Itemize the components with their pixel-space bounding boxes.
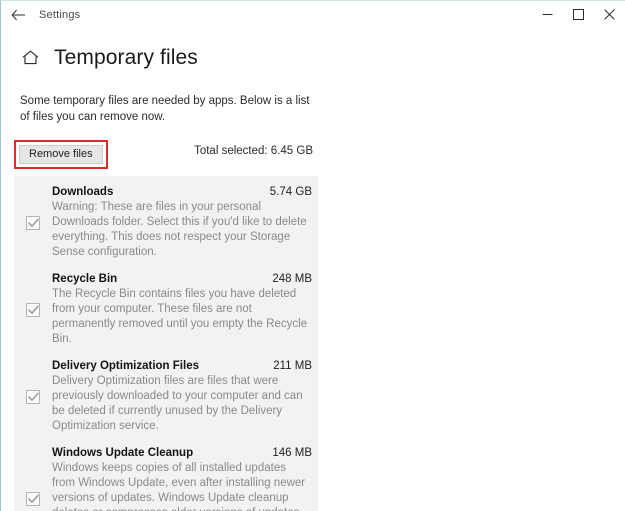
file-item-body: Windows Update Cleanup 146 MB Windows keep… — [52, 447, 318, 511]
settings-window: Settings Temporary files Some temporary … — [0, 0, 625, 511]
file-item-name: Recycle Bin — [52, 273, 118, 285]
checkbox-cell — [14, 390, 52, 404]
temporary-files-list: Downloads 5.74 GB Warning: These are files… — [14, 176, 318, 511]
title-bar: Settings — [1, 1, 625, 28]
total-selected-label: Total selected: 6.45 GB — [194, 145, 313, 157]
checkmark-icon — [27, 494, 39, 503]
file-item-description: Windows keeps copies of all installed up… — [52, 462, 306, 511]
file-item-body: Delivery Optimization Files 211 MB Deliver… — [52, 360, 318, 434]
back-arrow-icon — [10, 9, 25, 20]
file-item-size: 248 MB — [272, 273, 312, 285]
file-item-name: Delivery Optimization Files — [52, 360, 199, 372]
window-controls — [532, 1, 625, 28]
minimize-icon — [542, 14, 553, 15]
checkmark-icon — [27, 305, 39, 314]
checkbox-cell — [14, 492, 52, 506]
file-item-description: Delivery Optimization files are files th… — [52, 375, 303, 432]
file-checkbox[interactable] — [26, 492, 40, 506]
file-item-description: Warning: These are files in your persona… — [52, 201, 307, 258]
file-item-name: Downloads — [52, 186, 114, 198]
file-list-item[interactable]: Windows Update Cleanup 146 MB Windows keep… — [14, 441, 318, 511]
file-item-name: Windows Update Cleanup — [52, 447, 194, 459]
page-title: Temporary files — [54, 45, 198, 69]
file-item-header: Recycle Bin 248 MB — [52, 273, 312, 285]
close-button[interactable] — [594, 1, 625, 28]
checkbox-cell — [14, 303, 52, 317]
home-button[interactable] — [19, 46, 41, 68]
minimize-button[interactable] — [532, 1, 563, 28]
file-item-body: Recycle Bin 248 MB The Recycle Bin contain… — [52, 273, 318, 347]
back-button[interactable] — [1, 2, 35, 28]
home-icon — [22, 50, 38, 64]
intro-text: Some temporary files are needed by apps.… — [20, 95, 310, 123]
file-list-item[interactable]: Downloads 5.74 GB Warning: These are files… — [14, 180, 318, 267]
file-item-header: Delivery Optimization Files 211 MB — [52, 360, 312, 372]
file-checkbox[interactable] — [26, 216, 40, 230]
action-row: Remove files Total selected: 6.45 GB — [1, 139, 625, 169]
file-checkbox[interactable] — [26, 303, 40, 317]
checkbox-cell — [14, 216, 52, 230]
file-list-item[interactable]: Recycle Bin 248 MB The Recycle Bin contain… — [14, 267, 318, 354]
app-title: Settings — [39, 8, 81, 21]
maximize-icon — [573, 9, 584, 20]
file-item-body: Downloads 5.74 GB Warning: These are files… — [52, 186, 318, 260]
checkmark-icon — [27, 392, 39, 401]
file-item-header: Downloads 5.74 GB — [52, 186, 312, 198]
close-icon — [604, 9, 615, 20]
file-item-size: 5.74 GB — [269, 186, 312, 198]
checkmark-icon — [27, 218, 39, 227]
file-item-description: The Recycle Bin contains files you have … — [52, 288, 308, 345]
file-item-size: 211 MB — [273, 360, 312, 372]
file-item-size: 146 MB — [272, 447, 312, 459]
maximize-button[interactable] — [563, 1, 594, 28]
page-header: Temporary files — [1, 28, 625, 74]
file-checkbox[interactable] — [26, 390, 40, 404]
file-item-header: Windows Update Cleanup 146 MB — [52, 447, 312, 459]
file-list-item[interactable]: Delivery Optimization Files 211 MB Deliver… — [14, 354, 318, 441]
